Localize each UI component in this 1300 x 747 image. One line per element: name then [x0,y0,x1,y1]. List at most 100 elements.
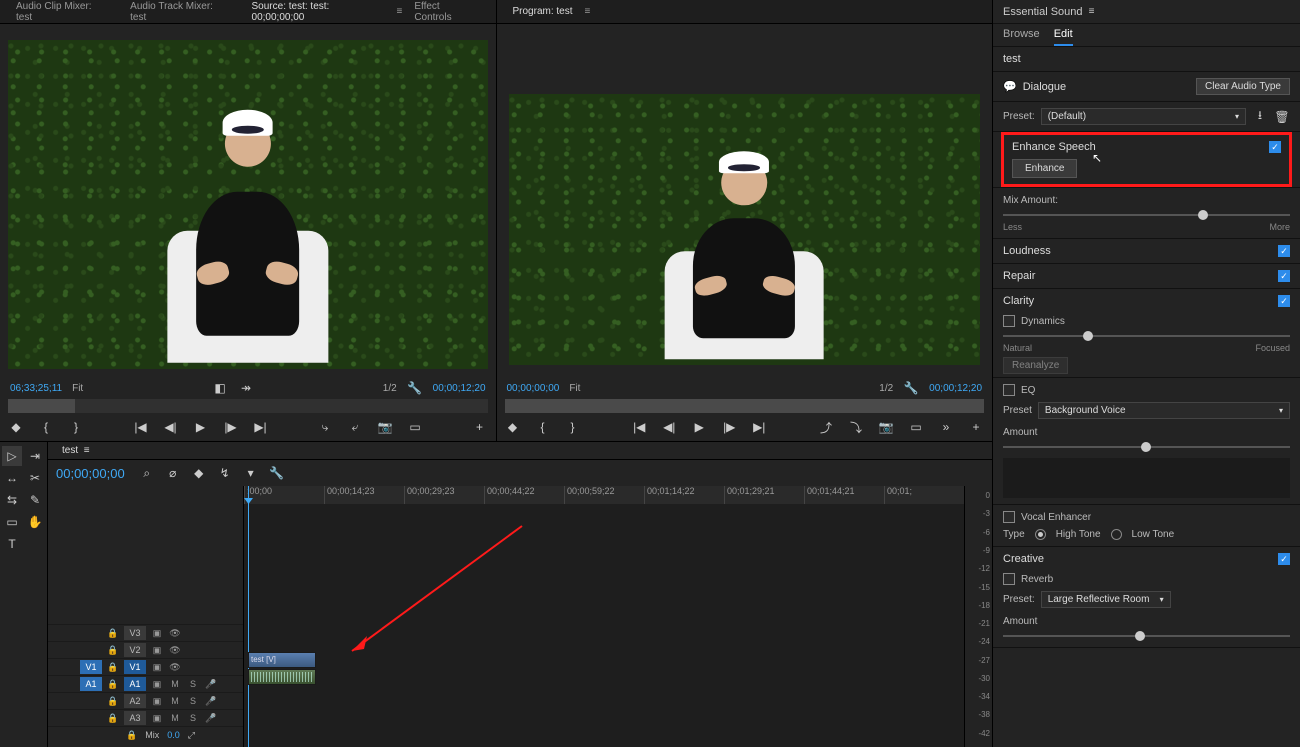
pen-tool[interactable]: ✎ [25,490,45,510]
solo-button[interactable]: S [186,713,200,723]
goto-out-button[interactable]: ▶| [751,419,767,435]
link-icon[interactable]: ⌀ [165,465,181,481]
step-back-button[interactable]: ◀| [163,419,179,435]
tab-menu-icon[interactable]: ≡ [585,6,591,17]
mark-in-button[interactable]: { [38,419,54,435]
tab-menu-icon[interactable]: ≡ [396,6,402,17]
delete-preset-icon[interactable]: 🗑 [1274,109,1290,125]
low-tone-radio[interactable] [1111,529,1122,540]
source-resolution[interactable]: 1/2 [383,383,397,394]
audio-clip[interactable] [248,669,316,685]
track-v1[interactable]: V1 [124,660,146,674]
play-button[interactable]: ▶ [691,419,707,435]
mark-out-button[interactable]: } [68,419,84,435]
track-select-tool[interactable]: ⇥ [25,446,45,466]
program-resolution[interactable]: 1/2 [879,383,893,394]
tab-audio-clip-mixer[interactable]: Audio Clip Mixer: test [8,0,118,27]
settings-icon[interactable]: 🔧 [903,380,919,396]
marker-icon[interactable]: ◆ [191,465,207,481]
cc-button[interactable]: ▭ [407,419,423,435]
eq-graph[interactable] [1003,458,1290,498]
lock-icon[interactable]: 🔒 [106,662,120,673]
toggle-output-icon[interactable]: ▣ [150,696,164,707]
solo-button[interactable]: S [186,679,200,689]
caption-icon[interactable]: ▾ [243,465,259,481]
eq-amount-slider[interactable] [1003,442,1290,452]
save-preset-icon[interactable]: ⭳ [1252,109,1268,125]
track-a2[interactable]: A2 [124,694,146,708]
eye-icon[interactable]: 👁 [168,662,182,673]
lock-icon[interactable]: 🔒 [106,628,120,639]
repair-label[interactable]: Repair [1003,270,1035,282]
dynamics-slider[interactable] [1003,331,1290,341]
enhance-button[interactable]: Enhance [1012,159,1077,178]
mute-button[interactable]: M [168,696,182,706]
tab-source[interactable]: Source: test: test: 00;00;00;00 [244,0,393,27]
program-zoom-fit[interactable]: Fit [569,383,580,394]
program-viewer[interactable] [509,94,981,365]
wrench-icon[interactable]: 🔧 [269,465,285,481]
panel-menu-icon[interactable]: ≡ [1089,6,1095,17]
track-v3[interactable]: V3 [124,626,146,640]
creative-checkbox[interactable]: ✓ [1278,553,1290,565]
source-patch-v1[interactable]: V1 [80,660,102,674]
timeline-timecode[interactable]: 00;00;00;00 [56,466,125,481]
extract-button[interactable]: ⤵ [848,419,864,435]
add-marker-button[interactable]: ◆ [505,419,521,435]
lift-button[interactable]: ⤴ [818,419,834,435]
preset-dropdown[interactable]: (Default)▾ [1041,108,1246,125]
toggle-output-icon[interactable]: ▣ [150,628,164,639]
add-button[interactable]: + [472,419,488,435]
selection-tool[interactable]: ▷ [2,446,22,466]
eye-icon[interactable]: 👁 [168,628,182,639]
goto-out-button[interactable]: ▶| [253,419,269,435]
add-marker-button[interactable]: ◆ [8,419,24,435]
fx-icon[interactable]: ↠ [238,380,254,396]
tab-edit[interactable]: Edit [1054,28,1073,46]
step-forward-button[interactable]: |▶ [223,419,239,435]
playhead[interactable] [248,486,249,747]
clear-audio-type-button[interactable]: Clear Audio Type [1196,78,1290,95]
source-ruler[interactable] [8,399,488,413]
overwrite-button[interactable]: ⤶ [347,419,363,435]
track-v2[interactable]: V2 [124,643,146,657]
dynamics-checkbox[interactable] [1003,315,1015,327]
eq-checkbox[interactable] [1003,384,1015,396]
play-button[interactable]: ▶ [193,419,209,435]
mute-button[interactable]: M [168,679,182,689]
timeline-canvas[interactable]: :00;0000;00;14;2300;00;29;2300;00;44;220… [244,486,964,747]
tab-audio-track-mixer[interactable]: Audio Track Mixer: test [122,0,239,27]
reanalyze-button[interactable]: Reanalyze [1003,357,1068,374]
clarity-label[interactable]: Clarity [1003,295,1034,307]
marker-icon[interactable]: ◧ [212,380,228,396]
toggle-output-icon[interactable]: ▣ [150,662,164,673]
tab-menu-icon[interactable]: ≡ [84,445,90,456]
lock-icon[interactable]: 🔒 [106,713,120,724]
type-tool[interactable]: T [2,534,22,554]
mix-value[interactable]: 0.0 [167,730,180,740]
source-viewer[interactable] [8,40,488,369]
lock-icon[interactable]: 🔒 [106,696,120,707]
toggle-output-icon[interactable]: ▣ [150,645,164,656]
voice-icon[interactable]: 🎤 [204,696,218,707]
lock-icon[interactable]: 🔒 [106,645,120,656]
mute-button[interactable]: M [168,713,182,723]
timeline-ruler[interactable]: :00;0000;00;14;2300;00;29;2300;00;44;220… [244,486,964,504]
tab-program[interactable]: Program: test [505,2,581,21]
step-back-button[interactable]: ◀| [661,419,677,435]
mark-out-button[interactable]: } [565,419,581,435]
track-a3[interactable]: A3 [124,711,146,725]
mix-amount-slider[interactable] [1003,210,1290,220]
slip-tool[interactable]: ⇆ [2,490,22,510]
reverb-amount-slider[interactable] [1003,631,1290,641]
track-a1[interactable]: A1 [124,677,146,691]
eq-preset-dropdown[interactable]: Background Voice▾ [1038,402,1290,419]
razor-tool[interactable]: ✂ [25,468,45,488]
step-forward-button[interactable]: |▶ [721,419,737,435]
insert-button[interactable]: ⤷ [317,419,333,435]
reverb-checkbox[interactable] [1003,573,1015,585]
loudness-label[interactable]: Loudness [1003,245,1051,257]
source-zoom-fit[interactable]: Fit [72,383,83,394]
eye-icon[interactable]: 👁 [168,645,182,656]
caret-icon[interactable]: » [938,419,954,435]
